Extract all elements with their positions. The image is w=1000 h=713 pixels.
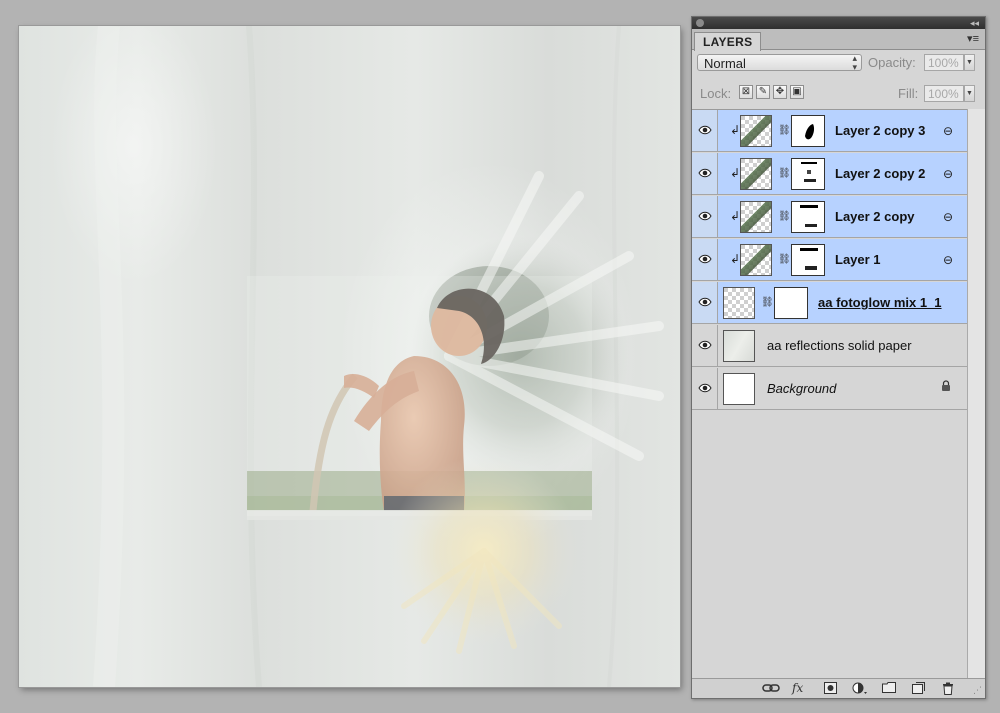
panel-titlebar[interactable]: ◂◂ (692, 17, 985, 29)
mask-link-icon[interactable]: ⛓ (778, 125, 791, 136)
mask-link-icon[interactable]: ⛓ (778, 211, 791, 222)
mask-link-icon[interactable]: ⛓ (761, 297, 774, 308)
fill-input[interactable]: 100% (924, 85, 964, 102)
adjustment-layer-icon[interactable] (852, 682, 868, 695)
new-layer-icon[interactable] (912, 682, 925, 694)
layer-mask-thumbnail[interactable] (791, 244, 825, 276)
visibility-toggle[interactable] (692, 368, 718, 409)
opacity-label: Opacity: (868, 55, 916, 70)
layer-thumbnail[interactable] (723, 330, 755, 362)
eye-icon (698, 383, 712, 393)
eye-icon (698, 168, 712, 178)
layer-row[interactable]: ↲ ⛓ Layer 2 copy ⊖ (692, 196, 967, 238)
layer-name[interactable]: Layer 2 copy 3 (835, 123, 925, 138)
blend-mode-select[interactable]: Normal ▴ ▾ (697, 53, 862, 72)
layer-thumbnail[interactable] (723, 287, 755, 319)
layer-thumbnail[interactable] (740, 244, 772, 276)
add-mask-icon[interactable] (824, 682, 837, 694)
opacity-input[interactable]: 100% (924, 54, 964, 71)
layer-name[interactable]: aa reflections solid paper (767, 338, 912, 353)
visibility-toggle[interactable] (692, 282, 718, 323)
lock-all-icon[interactable]: ▣ (790, 85, 804, 99)
visibility-toggle[interactable] (692, 196, 718, 237)
canvas-artwork (93, 26, 664, 687)
visibility-toggle[interactable] (692, 325, 718, 366)
link-icon: ⊖ (942, 124, 953, 138)
layer-mask-thumbnail[interactable] (791, 201, 825, 233)
layer-name[interactable]: Layer 2 copy (835, 209, 915, 224)
layer-name[interactable]: Layer 2 copy 2 (835, 166, 925, 181)
layer-row[interactable]: ↲ ⛓ Layer 2 copy 3 ⊖ (692, 110, 967, 152)
layer-name[interactable]: Background (767, 381, 836, 396)
tab-layers[interactable]: LAYERS (694, 32, 762, 51)
eye-icon (698, 340, 712, 350)
layers-list: ↲ ⛓ Layer 2 copy 3 ⊖ ↲ ⛓ Layer 2 copy 2 … (692, 109, 967, 680)
visibility-toggle[interactable] (692, 239, 718, 280)
lock-row: Lock: ⊠ ✎ ✥ ▣ Fill: 100% ▼ (692, 83, 985, 105)
layer-row[interactable]: aa reflections solid paper (692, 325, 967, 367)
collapse-panel-icon[interactable]: ◂◂ (970, 17, 979, 29)
layer-thumbnail[interactable] (740, 158, 772, 190)
document-canvas[interactable] (19, 26, 680, 687)
new-group-icon[interactable] (882, 682, 896, 693)
mask-link-icon[interactable]: ⛓ (778, 168, 791, 179)
layer-row[interactable]: ↲ ⛓ Layer 1 ⊖ (692, 239, 967, 281)
panel-footer: fx ⋰ (692, 678, 985, 698)
fx-icon[interactable]: fx (792, 682, 803, 695)
layers-scrollbar[interactable] (967, 109, 985, 679)
lock-position-icon[interactable]: ✥ (773, 85, 787, 99)
link-icon: ⊖ (942, 210, 953, 224)
resize-grip-icon[interactable]: ⋰ (973, 685, 982, 696)
mask-link-icon[interactable]: ⛓ (778, 254, 791, 265)
clipping-arrow-icon: ↲ (730, 166, 741, 180)
layer-name[interactable]: aa fotoglow mix 1_1 (818, 295, 942, 310)
panel-menu-icon[interactable]: ▾≡ (967, 32, 979, 45)
layer-row[interactable]: ⛓ aa fotoglow mix 1_1 (692, 282, 967, 324)
layer-mask-thumbnail[interactable] (774, 287, 808, 319)
blend-row: Normal ▴ ▾ Opacity: 100% ▼ (692, 52, 985, 76)
opacity-dropdown-icon[interactable]: ▼ (964, 54, 975, 71)
layer-name[interactable]: Layer 1 (835, 252, 881, 267)
fill-dropdown-icon[interactable]: ▼ (964, 85, 975, 102)
visibility-toggle[interactable] (692, 153, 718, 194)
blend-mode-value: Normal (704, 56, 746, 71)
trash-icon[interactable] (942, 682, 954, 695)
lock-image-icon[interactable]: ✎ (756, 85, 770, 99)
layer-row[interactable]: ↲ ⛓ Layer 2 copy 2 ⊖ (692, 153, 967, 195)
layer-mask-thumbnail[interactable] (791, 158, 825, 190)
layer-row[interactable]: Background (692, 368, 967, 410)
eye-icon (698, 297, 712, 307)
lock-icon (942, 380, 950, 391)
panel-tabbar: LAYERS ▾≡ (692, 29, 985, 51)
clipping-arrow-icon: ↲ (730, 252, 741, 266)
layer-thumbnail[interactable] (723, 373, 755, 405)
lock-transparency-icon[interactable]: ⊠ (739, 85, 753, 99)
link-icon: ⊖ (942, 167, 953, 181)
eye-icon (698, 125, 712, 135)
fill-label: Fill: (898, 86, 919, 101)
eye-icon (698, 211, 712, 221)
layer-thumbnail[interactable] (740, 201, 772, 233)
eye-icon (698, 254, 712, 264)
close-panel-icon[interactable] (696, 19, 704, 27)
link-icon: ⊖ (942, 253, 953, 267)
clipping-arrow-icon: ↲ (730, 209, 741, 223)
layers-panel: ◂◂ LAYERS ▾≡ Normal ▴ ▾ Opacity: 100% ▼ L… (691, 16, 986, 699)
layer-thumbnail[interactable] (740, 115, 772, 147)
visibility-toggle[interactable] (692, 110, 718, 151)
updown-arrows-icon: ▴ ▾ (852, 53, 857, 72)
lock-label: Lock: (700, 86, 732, 101)
clipping-arrow-icon: ↲ (730, 123, 741, 137)
layer-mask-thumbnail[interactable] (791, 115, 825, 147)
link-layers-icon[interactable] (762, 682, 780, 694)
